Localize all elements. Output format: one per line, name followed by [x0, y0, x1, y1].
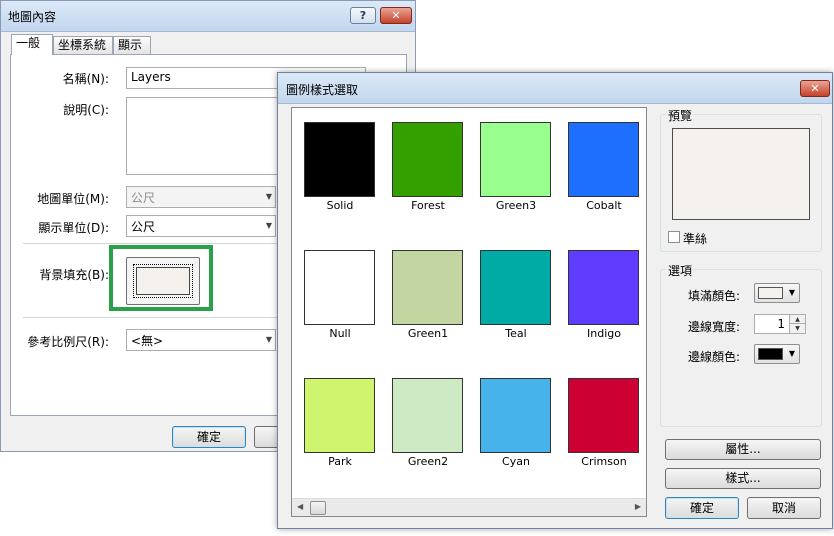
border-color-swatch [758, 348, 783, 360]
reference-scale-select[interactable]: <無> ▼ [126, 329, 276, 351]
ok-button[interactable]: 確定 [172, 426, 246, 448]
swatch-null[interactable]: Null [292, 236, 380, 351]
chevron-down-icon: ▼ [265, 221, 272, 230]
swatch-solid[interactable]: Solid [292, 108, 380, 223]
tab-display[interactable]: 顯示 [113, 36, 151, 54]
cancel-button[interactable]: 取消 [747, 497, 821, 519]
swatch-color [568, 250, 639, 325]
swatch-label: Green3 [495, 199, 537, 212]
swatch-color [304, 250, 375, 325]
options-label: 選項 [666, 262, 695, 279]
divider [23, 243, 279, 244]
swatch-label: Cyan [502, 455, 530, 468]
swatch-indigo[interactable]: Indigo [556, 236, 644, 351]
map-unit-label: 地圖單位(M): [37, 192, 109, 206]
map-unit-value: 公尺 [131, 191, 156, 205]
swatch-color [568, 122, 639, 197]
swatch-label: Green2 [407, 455, 449, 468]
tab-coordinate-system[interactable]: 坐標系統 [53, 36, 113, 54]
map-properties-titlebar[interactable]: 地圖內容 ? ✕ [1, 1, 415, 32]
grid-label: 準絲 [683, 232, 708, 246]
spin-down-icon[interactable]: ▼ [789, 323, 805, 333]
swatch-color [480, 122, 551, 197]
tab-general[interactable]: 一般 [11, 34, 53, 55]
display-unit-select[interactable]: 公尺 ▼ [126, 215, 276, 237]
border-width-value: 1 [777, 317, 785, 331]
close-button[interactable]: ✕ [800, 80, 830, 97]
help-button[interactable]: ? [350, 7, 376, 24]
swatch-teal[interactable]: Teal [468, 236, 556, 351]
fill-color-swatch [758, 287, 783, 299]
swatch-label: Crimson [581, 455, 627, 468]
swatch-label: Forest [411, 199, 445, 212]
reference-scale-value: <無> [131, 334, 164, 348]
style-gallery[interactable]: Solid Forest Green3 Cobalt Null Green1 T… [291, 107, 647, 517]
swatch-color [568, 378, 639, 453]
border-color-picker[interactable]: ▼ [754, 344, 800, 364]
reference-scale-label: 參考比例尺(R): [27, 335, 109, 349]
border-width-label: 邊線寬度: [687, 320, 740, 334]
swatch-label: Cobalt [586, 199, 622, 212]
name-label: 名稱(N): [62, 72, 109, 86]
style-button[interactable]: 樣式... [665, 468, 821, 489]
swatch-green2[interactable]: Green2 [380, 364, 468, 479]
chevron-down-icon: ▼ [265, 335, 272, 344]
swatch-color [392, 122, 463, 197]
swatch-color [304, 378, 375, 453]
divider [23, 317, 279, 318]
swatch-color [480, 378, 551, 453]
map-unit-select: 公尺 ▼ [126, 186, 276, 208]
border-width-stepper[interactable]: 1 ▲ ▼ [754, 314, 806, 334]
legend-style-title: 圖例樣式選取 [286, 83, 359, 97]
swatch-label: Park [328, 455, 352, 468]
preview-label: 預覽 [666, 107, 695, 124]
display-unit-label: 顯示單位(D): [38, 221, 109, 235]
swatch-label: Green1 [407, 327, 449, 340]
swatch-green3[interactable]: Green3 [468, 108, 556, 223]
grid-checkbox[interactable] [668, 231, 680, 243]
description-label: 說明(C): [63, 103, 109, 117]
border-color-label: 邊線顏色: [687, 350, 740, 364]
fill-color-label: 填滿顏色: [687, 289, 740, 303]
swatch-color [392, 250, 463, 325]
swatch-label: Teal [505, 327, 527, 340]
highlight-box [109, 245, 213, 311]
properties-button[interactable]: 屬性... [665, 439, 821, 460]
fill-color-picker[interactable]: ▼ [754, 283, 800, 303]
swatch-label: Null [329, 327, 351, 340]
swatch-color [392, 378, 463, 453]
swatch-label: Solid [326, 199, 354, 212]
ok-button[interactable]: 確定 [665, 497, 739, 519]
scroll-left-icon[interactable]: ◀ [297, 502, 303, 511]
swatch-crimson[interactable]: Crimson [556, 364, 644, 479]
swatch-color [304, 122, 375, 197]
legend-style-titlebar[interactable]: 圖例樣式選取 ✕ [278, 73, 832, 104]
swatch-park[interactable]: Park [292, 364, 380, 479]
legend-style-dialog: 圖例樣式選取 ✕ Solid Forest Green3 Cobalt Null… [277, 72, 833, 529]
scroll-thumb[interactable] [310, 501, 326, 515]
background-fill-label: 背景填充(B): [39, 268, 109, 282]
map-properties-title: 地圖內容 [8, 10, 57, 24]
swatch-label: Indigo [587, 327, 621, 340]
swatch-forest[interactable]: Forest [380, 108, 468, 223]
chevron-down-icon: ▼ [788, 288, 795, 297]
chevron-down-icon: ▼ [265, 192, 272, 201]
horizontal-scrollbar[interactable]: ◀ ▶ [292, 498, 646, 516]
swatch-green1[interactable]: Green1 [380, 236, 468, 351]
preview-swatch [672, 128, 810, 220]
close-button[interactable]: ✕ [380, 7, 412, 24]
display-unit-value: 公尺 [131, 220, 156, 234]
scroll-right-icon[interactable]: ▶ [635, 502, 641, 511]
swatch-color [480, 250, 551, 325]
swatch-cyan[interactable]: Cyan [468, 364, 556, 479]
chevron-down-icon: ▼ [788, 349, 795, 358]
swatch-cobalt[interactable]: Cobalt [556, 108, 644, 223]
